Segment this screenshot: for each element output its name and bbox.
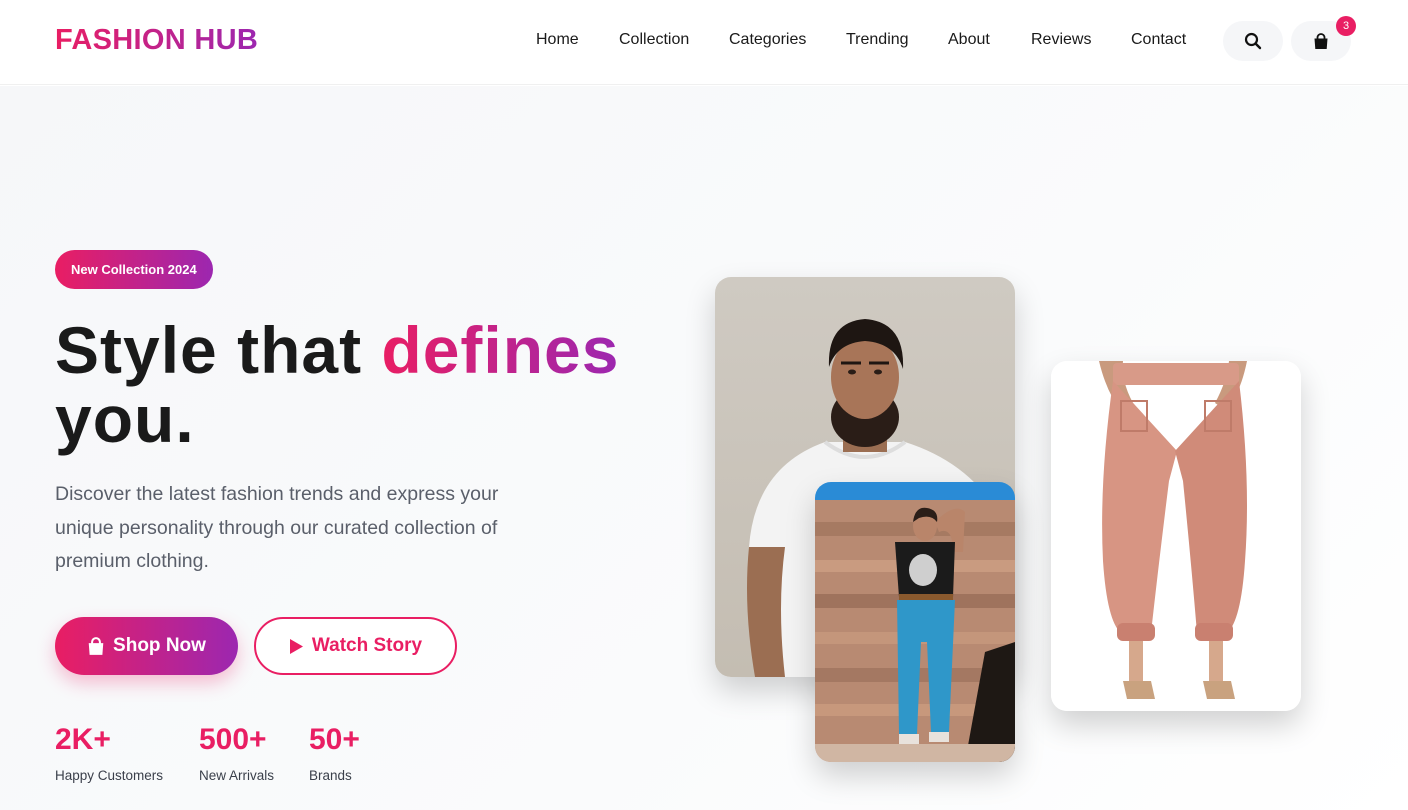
shop-now-button[interactable]: Shop Now [55,617,238,675]
pink-pants-photo[interactable] [1051,361,1301,711]
cart-count-badge: 3 [1336,16,1356,36]
nav-home[interactable]: Home [536,31,579,49]
nav-contact[interactable]: Contact [1131,31,1186,49]
shopping-bag-icon [88,636,104,655]
stat-arrivals-value: 500+ [199,723,267,756]
headline-part1: Style that [55,313,382,387]
logo[interactable]: FASHION HUB [55,24,258,57]
stat-arrivals-label: New Arrivals [199,768,275,783]
search-button[interactable] [1223,21,1283,61]
nav-reviews[interactable]: Reviews [1031,31,1091,49]
shop-now-label: Shop Now [113,635,206,656]
watch-story-button[interactable]: Watch Story [254,617,457,675]
woman-denim-jeans-photo[interactable] [815,482,1015,762]
nav-categories[interactable]: Categories [729,31,806,49]
stat-customers-value: 2K+ [55,723,111,756]
stat-customers-label: Happy Customers [55,768,164,783]
headline-accent: defines [381,313,620,387]
nav-collection[interactable]: Collection [619,31,689,49]
collection-badge: New Collection 2024 [55,250,213,289]
headline-part2: you. [55,382,195,456]
watch-story-label: Watch Story [311,635,423,656]
stat-brands-label: Brands [309,768,352,783]
nav-trending[interactable]: Trending [846,31,909,49]
search-icon [1244,32,1262,50]
hero-headline: Style that defines you. [55,316,715,454]
nav-about[interactable]: About [948,31,990,49]
stat-brands-value: 50+ [309,723,360,756]
site-header: FASHION HUB Home Collection Categories T… [0,0,1408,85]
shopping-bag-icon [1314,32,1328,49]
hero-description: Discover the latest fashion trends and e… [55,483,499,572]
play-icon [289,638,303,654]
